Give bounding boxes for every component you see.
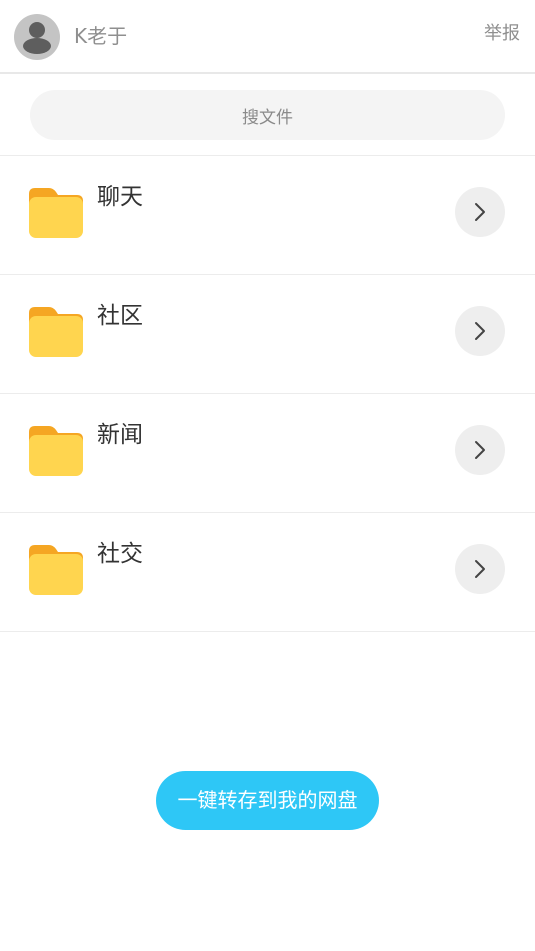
chevron-right-icon (475, 203, 485, 221)
folder-row-social[interactable]: 社交 (0, 513, 535, 632)
sharer-name: K老于 (74, 24, 128, 48)
folder-name: 新闻 (97, 422, 143, 448)
top-bar: K老于 举报 (0, 0, 535, 74)
folder-row-community[interactable]: 社区 (0, 275, 535, 394)
save-to-drive-button[interactable]: 一键转存到我的网盘 (156, 771, 379, 830)
search-section: 搜文件 (0, 74, 535, 156)
folder-row-chat[interactable]: 聊天 (0, 156, 535, 275)
folder-icon (29, 188, 83, 238)
folder-row-news[interactable]: 新闻 (0, 394, 535, 513)
folder-name: 社区 (97, 303, 143, 329)
folder-icon (29, 545, 83, 595)
open-folder-button[interactable] (455, 187, 505, 237)
open-folder-button[interactable] (455, 306, 505, 356)
folder-icon (29, 426, 83, 476)
open-folder-button[interactable] (455, 425, 505, 475)
folder-icon (29, 307, 83, 357)
chevron-right-icon (475, 560, 485, 578)
search-placeholder: 搜文件 (242, 107, 293, 128)
folder-name: 聊天 (97, 184, 143, 210)
user-avatar-icon (23, 22, 51, 54)
folder-name: 社交 (97, 541, 143, 567)
search-input[interactable]: 搜文件 (30, 90, 505, 140)
open-folder-button[interactable] (455, 544, 505, 594)
avatar[interactable] (14, 14, 60, 60)
folder-list: 聊天 社区 新闻 社交 (0, 156, 535, 632)
chevron-right-icon (475, 441, 485, 459)
chevron-right-icon (475, 322, 485, 340)
report-button[interactable]: 举报 (484, 21, 520, 47)
